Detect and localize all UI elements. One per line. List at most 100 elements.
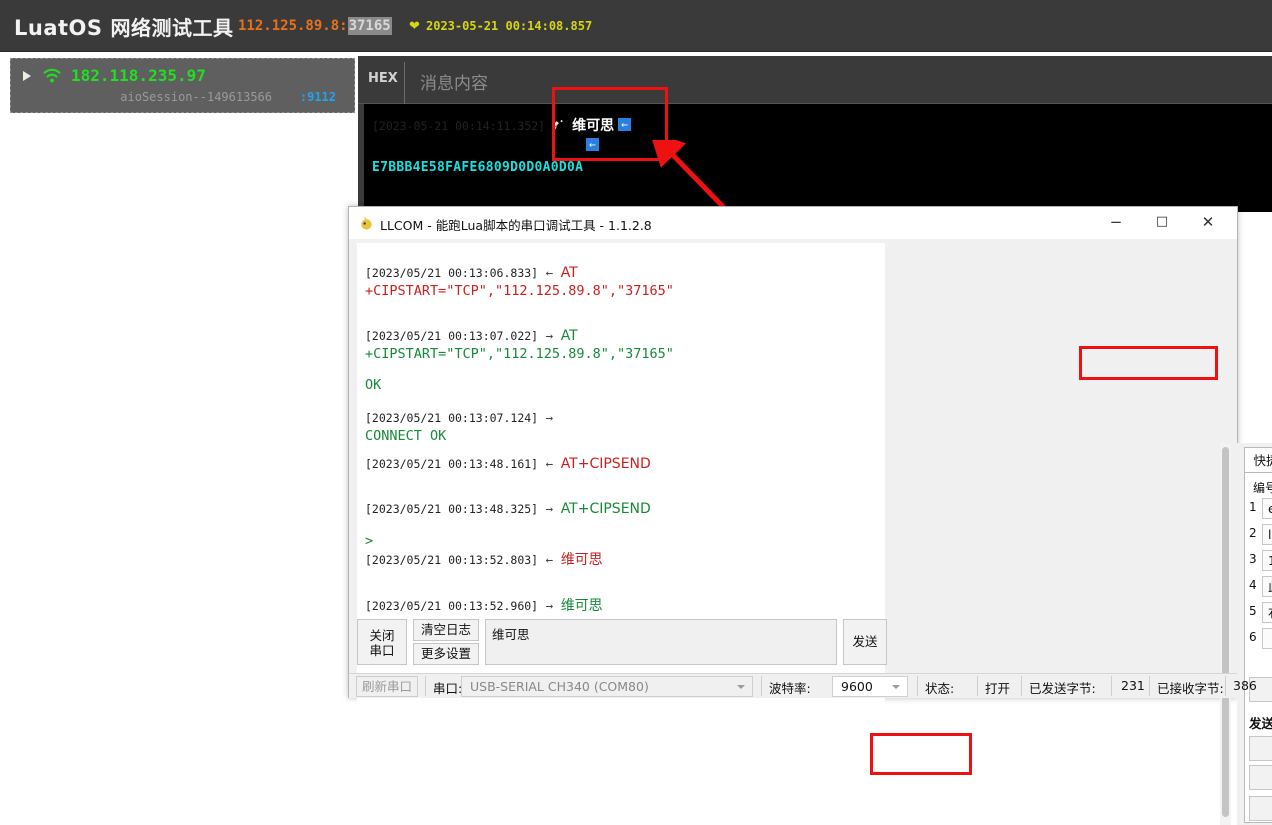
serial-log-pane[interactable]: [2023/05/21 00:13:06.833] ← AT +CIPSTART… <box>357 243 885 815</box>
lf-badge-icon: ← <box>586 138 599 151</box>
log-entry: [2023/05/21 00:13:52.960] → 维可思 <box>365 595 603 615</box>
row-number[interactable]: 6 <box>1249 630 1261 644</box>
port-select[interactable]: USB-SERIAL CH340 (COM80) <box>461 676 753 697</box>
log-text: AT <box>560 265 578 281</box>
quick-send-row: 31AHex数据也能发➤ <box>1249 549 1272 573</box>
quick-send-note: 发送处理的lua脚本，同样对此处发送的数据生效。 <box>1249 716 1272 731</box>
toolbar-divider <box>404 62 405 104</box>
row-content-input[interactable]: 1A <box>1262 550 1272 571</box>
log-text: 维可思 <box>560 552 603 568</box>
row-content-input[interactable]: 此处数据会被lua处理 <box>1262 576 1272 597</box>
quick-send-row: 2lua可通过接口获取此处数据发送 <box>1249 523 1272 547</box>
log-scrollbar-thumb[interactable] <box>1222 447 1229 817</box>
chevron-down-icon-2 <box>892 685 900 689</box>
state-value: 打开 <box>985 681 1011 696</box>
sent-bytes-label: 已发送字节: <box>1029 681 1096 696</box>
session-ip: 182.118.235.97 <box>71 66 206 85</box>
log-direction-icon: → <box>545 501 554 516</box>
log-entry: CONNECT OK <box>365 428 446 444</box>
more-settings-button[interactable]: 更多设置 <box>413 643 479 665</box>
row-number[interactable]: 1 <box>1249 500 1261 514</box>
log-scrollbar[interactable] <box>1220 443 1231 825</box>
statusbar-divider-8 <box>1225 676 1226 696</box>
row-number[interactable]: 2 <box>1249 526 1261 540</box>
server-port-selected[interactable]: 37165 <box>347 17 392 35</box>
close-button[interactable]: ✕ <box>1185 207 1231 237</box>
console-line-2: ← <box>586 138 599 154</box>
statusbar-divider-4 <box>977 676 978 696</box>
row-number[interactable]: 3 <box>1249 552 1261 566</box>
maximize-button[interactable]: □ <box>1139 207 1185 237</box>
tab-1[interactable]: 快捷发送 <box>1244 447 1272 474</box>
row-content-input[interactable] <box>1262 628 1272 649</box>
brand-name-en: LuatOS <box>14 16 103 40</box>
minimize-button[interactable]: − <box>1093 207 1139 237</box>
import-sscom-button[interactable]: 一键导入SSCOM数据 <box>1249 796 1272 821</box>
row-content-input[interactable]: 右击序号可以更改这一行的位置 <box>1262 602 1272 623</box>
log-entry: +CIPSTART="TCP","112.125.89.8","37165" <box>365 283 674 299</box>
console-line-timestamp: [2023-05-21 00:14:11.352] <box>372 119 546 133</box>
log-entry: +CIPSTART="TCP","112.125.89.8","37165" <box>365 346 674 362</box>
log-entry: [2023/05/21 00:13:48.161] ← AT+CIPSEND <box>365 456 651 472</box>
clear-log-button[interactable]: 清空日志 <box>413 619 479 641</box>
column-header-number: 编号 (未命名0) <box>1253 481 1272 495</box>
log-text: +CIPSTART="TCP","112.125.89.8","37165" <box>365 346 674 362</box>
statusbar-divider-7 <box>1149 676 1150 696</box>
send-area: 关闭 串口 清空日志 更多设置 维可思 发送 <box>357 619 887 667</box>
baud-select[interactable]: 9600 <box>832 676 908 697</box>
port-select-value: USB-SERIAL CH340 (COM80) <box>470 679 649 694</box>
row-number[interactable]: 5 <box>1249 604 1261 618</box>
baud-label: 波特率: <box>769 681 811 696</box>
sent-bytes-value: 231 <box>1121 678 1145 693</box>
row-number[interactable]: 4 <box>1249 578 1261 592</box>
log-timestamp: [2023/05/21 00:13:48.161] <box>365 457 539 471</box>
clear-page-button[interactable]: 一键清空该页数据 <box>1249 765 1272 790</box>
message-input-placeholder[interactable]: 消息内容 <box>420 69 488 94</box>
send-textarea[interactable]: 维可思 <box>485 619 837 665</box>
llcom-window-title: LLCOM - 能跑Lua脚本的串口调试工具 - 1.1.2.8 <box>380 218 652 233</box>
state-label: 状态: <box>925 681 955 696</box>
send-button[interactable]: 发送 <box>843 619 887 665</box>
triangle-right-icon[interactable] <box>23 71 31 81</box>
log-text: OK <box>365 377 382 393</box>
quick-send-panel: 编号 (未命名0) 内容 HEX 1example string右击更改此处文字… <box>1244 473 1272 823</box>
server-ip: 112.125.89.8: <box>238 18 348 34</box>
log-entry: OK <box>365 377 381 393</box>
log-text: CONNECT OK <box>365 428 447 444</box>
row-content-input[interactable]: example string <box>1262 498 1272 519</box>
log-text: AT+CIPSEND <box>560 501 651 517</box>
close-port-button[interactable]: 关闭 串口 <box>357 619 407 665</box>
log-timestamp: [2023/05/21 00:13:07.124] <box>365 411 539 425</box>
log-timestamp: [2023/05/21 00:13:52.960] <box>365 599 539 613</box>
heart-icon: ❤ <box>409 18 420 33</box>
log-direction-icon: → <box>545 598 554 613</box>
close-port-line2: 串口 <box>369 643 395 658</box>
baud-select-value: 9600 <box>841 679 873 694</box>
log-entry: [2023/05/21 00:13:48.325] → AT+CIPSEND <box>365 501 651 517</box>
message-toolbar: HEX 消息内容 <box>358 56 1272 104</box>
log-direction-icon: → <box>545 328 554 343</box>
cr-badge-icon: ← <box>618 118 631 131</box>
quick-send-row: 1example string右击更改此处文字 <box>1249 497 1272 521</box>
row-content-input[interactable]: lua可通过接口获取此处数据 <box>1262 524 1272 545</box>
tab-label: 快捷发送 <box>1253 453 1272 468</box>
log-direction-icon: ← <box>545 552 554 567</box>
refresh-port-button[interactable]: 刷新串口 <box>356 676 418 697</box>
log-entry: [2023/05/21 00:13:06.833] ← AT <box>365 265 578 281</box>
console-line-1: [2023-05-21 00:14:11.352] 维可思 ← <box>372 115 631 135</box>
message-console: [2023-05-21 00:14:11.352] 维可思 ← ← E7BBB4E… <box>358 104 1272 190</box>
statusbar-divider-3 <box>917 676 918 696</box>
log-direction-icon: ← <box>545 265 554 280</box>
log-text: AT <box>560 328 578 344</box>
satellite-icon <box>552 119 564 131</box>
session-list-item[interactable]: 182.118.235.97 aioSession--149613566 :91… <box>10 58 355 113</box>
hex-toggle[interactable]: HEX <box>368 71 398 86</box>
close-port-line1: 关闭 <box>369 628 395 643</box>
panel-tabstrip: 快捷发送运行脚本小工具关于 <box>1244 447 1272 474</box>
server-address: 112.125.89.8:37165 <box>238 17 392 35</box>
import-to-page-button[interactable]: 导入数据到该页 <box>1249 736 1272 761</box>
recv-bytes-value: 386 <box>1233 678 1257 693</box>
quick-send-row: 6发送 <box>1249 627 1272 651</box>
llcom-title-bar[interactable]: LLCOM - 能跑Lua脚本的串口调试工具 - 1.1.2.8 − □ ✕ <box>349 207 1237 239</box>
log-text: AT+CIPSEND <box>560 456 651 472</box>
